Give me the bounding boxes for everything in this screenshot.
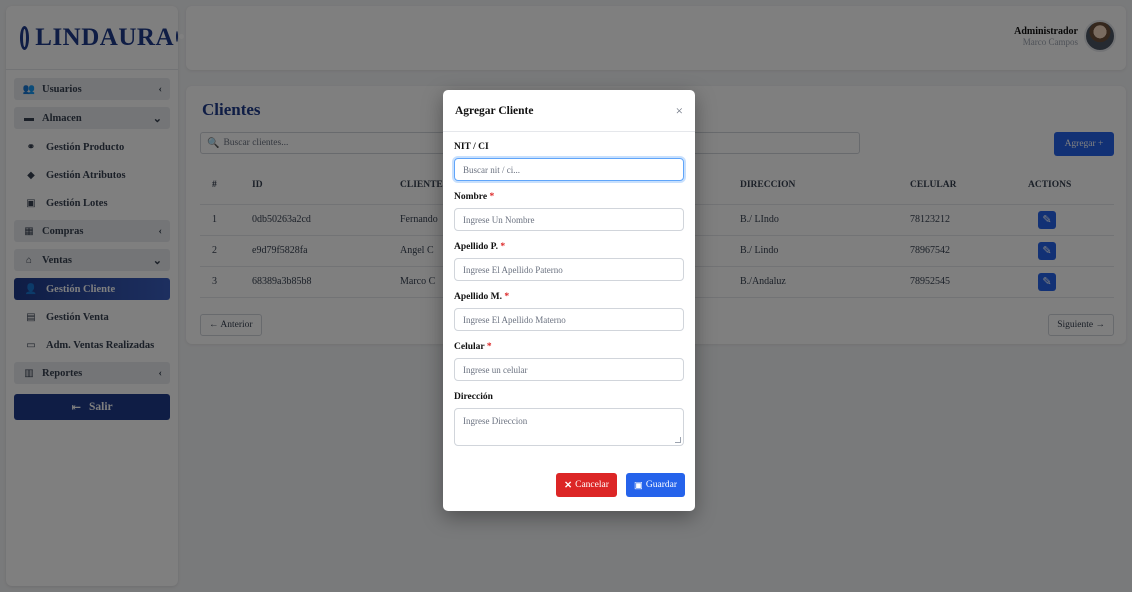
direccion-label: Dirección: [454, 392, 493, 402]
modal-header: Agregar Cliente ×: [443, 90, 695, 132]
modal-actions: ✕ Cancelar ▣ Guardar: [556, 473, 685, 497]
cancel-button[interactable]: ✕ Cancelar: [556, 473, 617, 497]
modal-body: NIT / CI Buscar nit / ci... Nombre * Ing…: [443, 132, 695, 446]
apellido-paterno-label: Apellido P. *: [454, 242, 506, 252]
celular-input[interactable]: Ingrese un celular: [454, 358, 684, 381]
celular-placeholder: Ingrese un celular: [463, 364, 528, 375]
direccion-placeholder: Ingrese Direccion: [463, 416, 528, 426]
modal-title: Agregar Cliente: [455, 104, 534, 117]
required-mark: *: [500, 242, 506, 252]
nit-label: NIT / CI: [454, 142, 489, 152]
nit-placeholder: Buscar nit / ci...: [463, 164, 520, 175]
nombre-label: Nombre *: [454, 192, 495, 202]
celular-label: Celular *: [454, 342, 492, 352]
floppy-icon: ▣: [633, 480, 643, 491]
apellido-materno-placeholder: Ingrese El Apellido Materno: [463, 314, 566, 325]
save-label: Guardar: [645, 480, 677, 490]
required-mark: *: [504, 292, 510, 302]
nit-input[interactable]: Buscar nit / ci...: [454, 158, 684, 181]
apellido-paterno-input[interactable]: Ingrese El Apellido Paterno: [454, 258, 684, 281]
nombre-placeholder: Ingrese Un Nombre: [463, 214, 535, 225]
apellido-paterno-placeholder: Ingrese El Apellido Paterno: [463, 264, 563, 275]
apellido-materno-label: Apellido M. *: [454, 292, 510, 302]
save-button[interactable]: ▣ Guardar: [625, 473, 685, 497]
nombre-input[interactable]: Ingrese Un Nombre: [454, 208, 684, 231]
cancel-label: Cancelar: [575, 480, 609, 490]
add-client-modal: Agregar Cliente × NIT / CI Buscar nit / …: [443, 90, 695, 511]
x-icon: ✕: [564, 480, 573, 491]
required-mark: *: [486, 342, 492, 352]
direccion-textarea[interactable]: Ingrese Direccion: [454, 408, 684, 446]
apellido-materno-input[interactable]: Ingrese El Apellido Materno: [454, 308, 684, 331]
required-mark: *: [489, 192, 495, 202]
close-icon[interactable]: ×: [676, 103, 683, 119]
